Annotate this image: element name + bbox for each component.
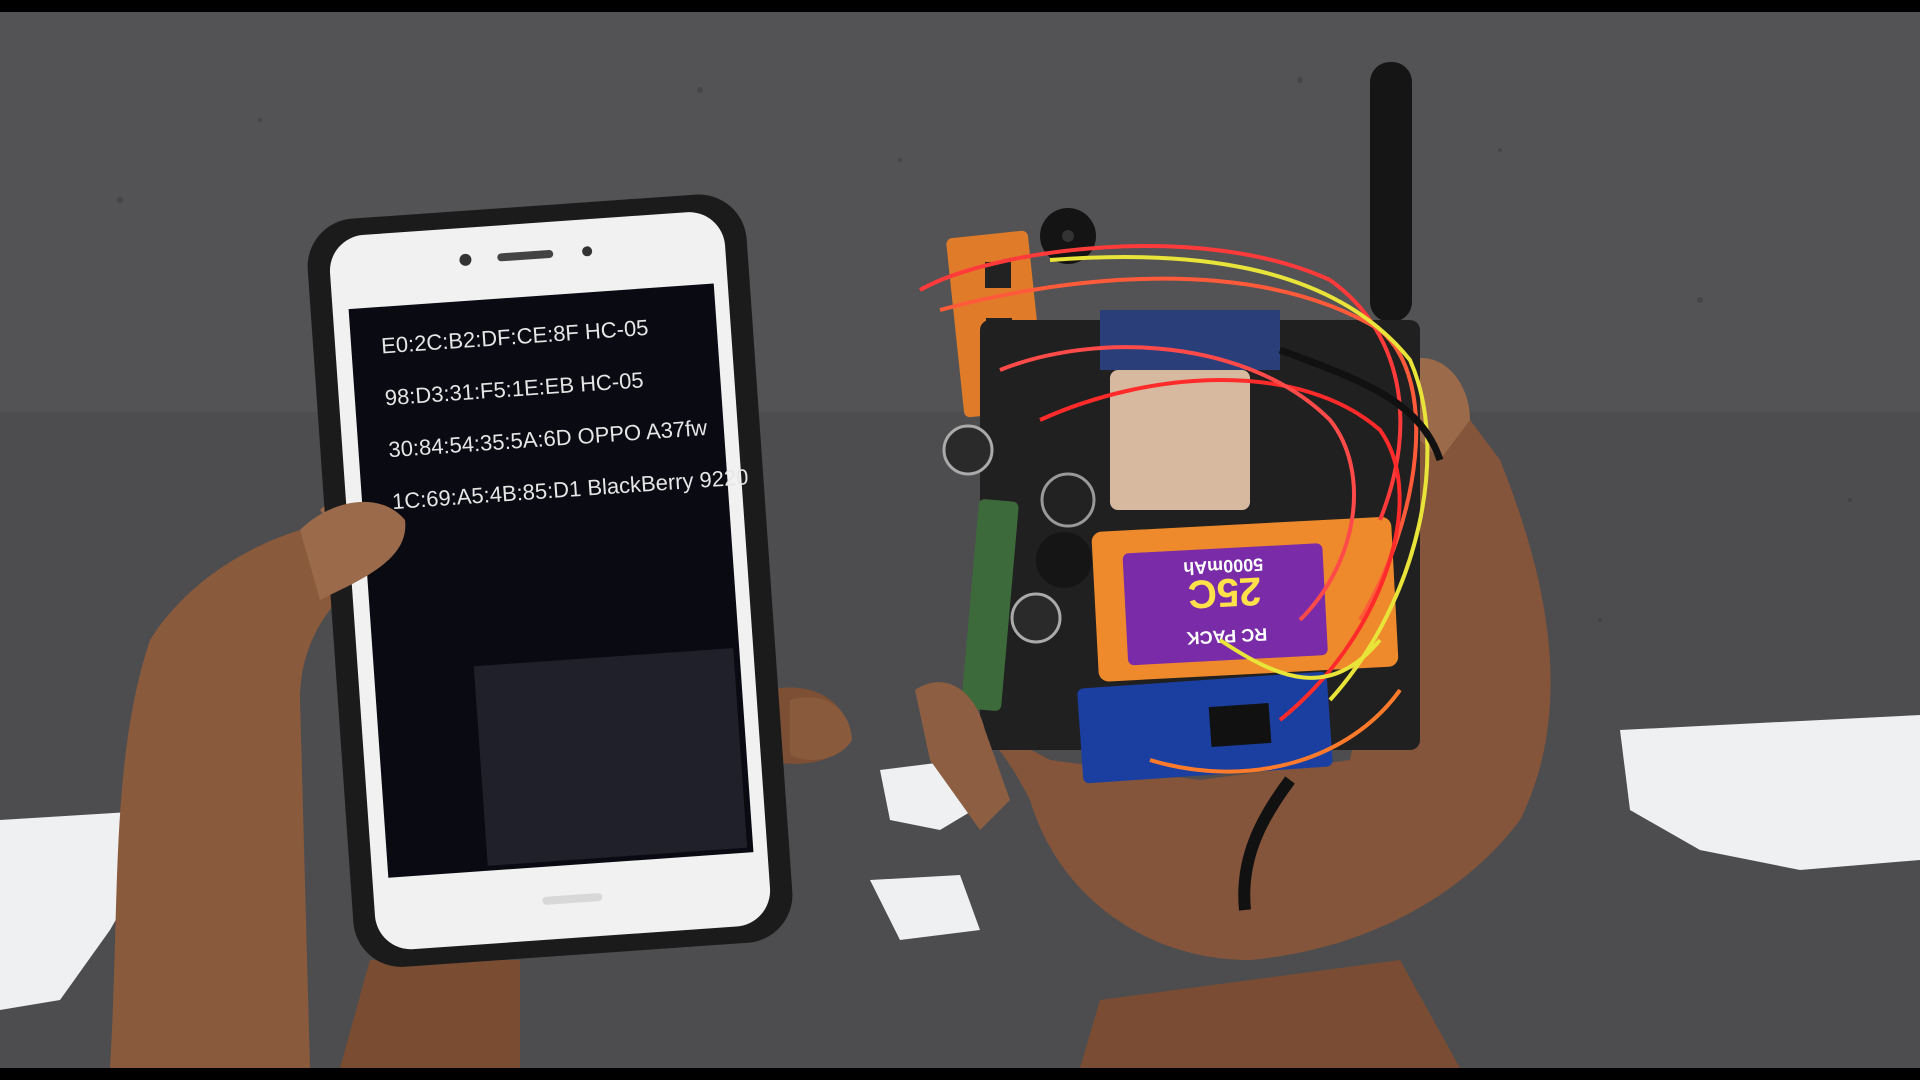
capacitor-1 — [942, 424, 994, 476]
bluetooth-device-list: E0:2C:B2:DF:CE:8F HC-05 98:D3:31:F5:1E:E… — [374, 308, 758, 516]
capacitor-2 — [1040, 472, 1096, 528]
top-letterbox-bar — [0, 0, 1920, 12]
capacitor-3 — [1036, 532, 1092, 588]
device-item[interactable]: 98:D3:31:F5:1E:EB HC-05 — [384, 360, 745, 411]
microcontroller-chip — [1208, 702, 1272, 748]
device-item[interactable]: 1C:69:A5:4B:85:D1 BlackBerry 9220 — [391, 464, 752, 515]
gps-board — [1100, 310, 1280, 370]
battery-capacity: 5000mAh — [1183, 554, 1264, 578]
phone-screen-content: E0:2C:B2:DF:CE:8F HC-05 98:D3:31:F5:1E:E… — [372, 274, 782, 859]
gsm-antenna — [1370, 62, 1412, 322]
arduino-nano — [1077, 671, 1333, 784]
capacitor-4 — [1010, 592, 1062, 644]
device-item[interactable]: E0:2C:B2:DF:CE:8F HC-05 — [380, 308, 741, 359]
bottom-letterbox-bar — [0, 1068, 1920, 1080]
photo-scene: 25C 5000mAh RC PACK — [0, 0, 1920, 1080]
device-item[interactable]: 30:84:54:35:5A:6D OPPO A37fw — [388, 412, 749, 463]
